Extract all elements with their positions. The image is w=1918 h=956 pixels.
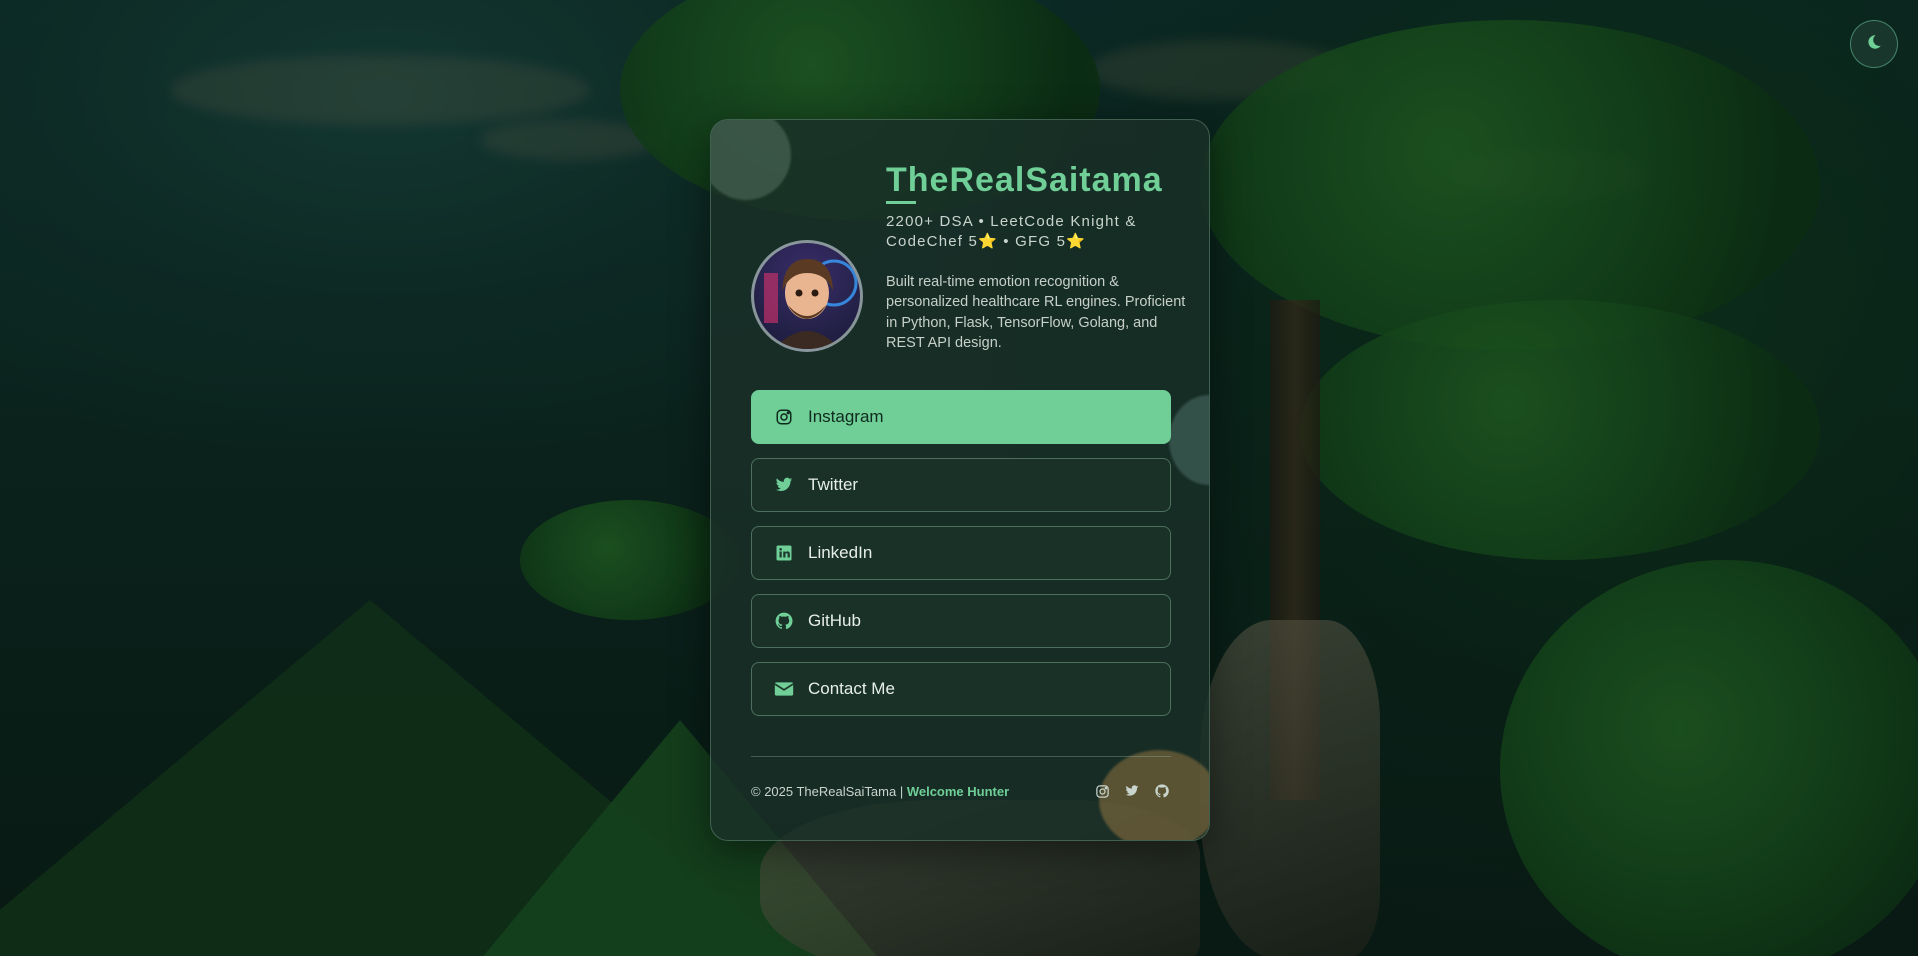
theme-toggle-button[interactable]	[1850, 20, 1898, 68]
twitter-icon	[774, 475, 794, 495]
contact-me-button[interactable]: Contact Me	[751, 662, 1171, 716]
footer-divider	[751, 756, 1171, 757]
twitter-link-button[interactable]: Twitter	[751, 458, 1171, 512]
instagram-icon[interactable]	[1093, 782, 1111, 800]
name-underline	[886, 200, 916, 204]
link-label: LinkedIn	[808, 543, 873, 562]
profile-name: TheRealSaitama	[886, 161, 1163, 199]
card-footer: © 2025 TheRealSaiTama | Welcome Hunter	[751, 782, 1171, 800]
welcome-text: Welcome Hunter	[906, 783, 1010, 799]
profile-tagline: 2200+ DSA • LeetCode Knight & CodeChef 5…	[886, 212, 1137, 250]
copyright-text: © 2025 TheRealSaiTama | Welcome Hunter	[751, 784, 1009, 799]
decorative-blob	[1169, 395, 1209, 485]
avatar	[751, 240, 863, 352]
footer-social-icons	[1093, 782, 1171, 800]
linkedin-icon	[774, 543, 794, 563]
github-link-button[interactable]: GitHub	[751, 594, 1171, 648]
link-label: GitHub	[808, 611, 861, 630]
link-label: Instagram	[808, 407, 884, 426]
copyright-label: © 2025 TheRealSaiTama |	[751, 783, 904, 799]
profile-info: TheRealSaitama 2200+ DSA • LeetCode Knig…	[886, 160, 1196, 354]
instagram-icon	[774, 407, 794, 427]
profile-bio: Built real-time emotion recognition & pe…	[886, 273, 1186, 352]
decorative-blob	[711, 120, 791, 200]
envelope-icon	[774, 679, 794, 699]
github-icon	[774, 611, 794, 631]
moon-icon	[1865, 33, 1883, 56]
link-label: Contact Me	[808, 679, 895, 698]
linkedin-link-button[interactable]: LinkedIn	[751, 526, 1171, 580]
profile-card: TheRealSaitama 2200+ DSA • LeetCode Knig…	[710, 119, 1210, 841]
link-list: Instagram Twitter LinkedIn GitHub Contac…	[751, 390, 1171, 730]
github-icon[interactable]	[1153, 782, 1171, 800]
twitter-icon[interactable]	[1123, 782, 1141, 800]
instagram-link-button[interactable]: Instagram	[751, 390, 1171, 444]
link-label: Twitter	[808, 475, 859, 494]
